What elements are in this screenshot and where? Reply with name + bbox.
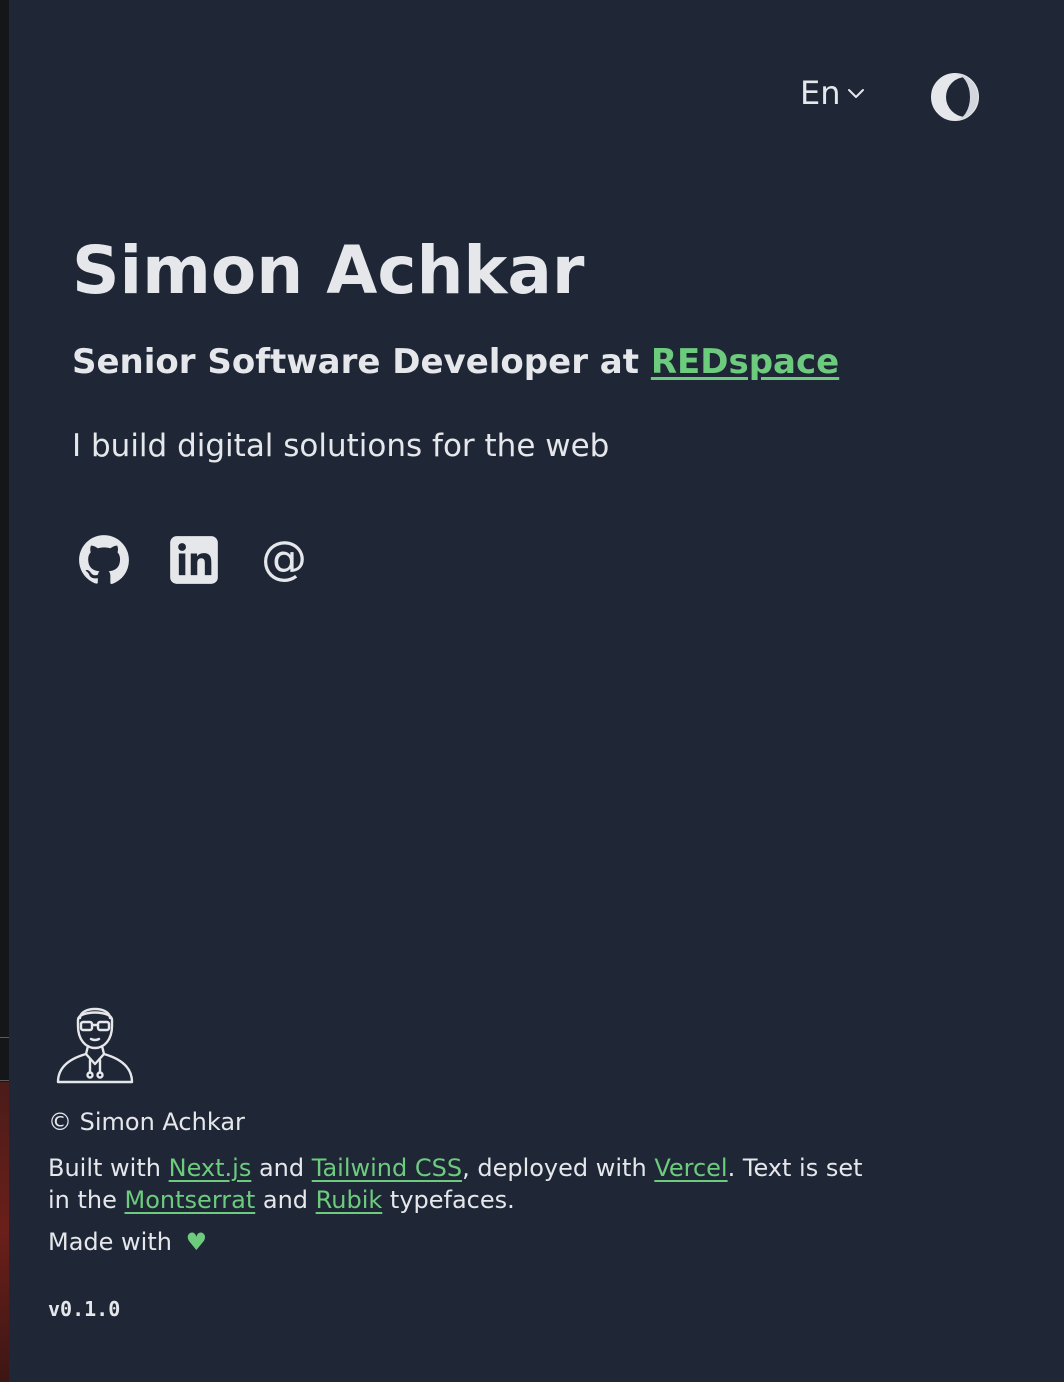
made-with: Made with ♥	[48, 1228, 207, 1256]
credits-text: and	[255, 1186, 316, 1214]
version-label: v0.1.0	[48, 1297, 121, 1321]
social-links: @	[78, 534, 310, 586]
window-edge-divider	[0, 1037, 9, 1038]
job-title-text: Senior Software Developer at	[72, 342, 651, 382]
github-icon[interactable]	[78, 534, 130, 586]
chevron-down-icon	[847, 89, 864, 98]
company-link[interactable]: REDspace	[651, 342, 839, 382]
copyright: © Simon Achkar	[48, 1108, 245, 1136]
tagline: I build digital solutions for the web	[72, 428, 610, 464]
credits-text: and	[251, 1154, 312, 1182]
window-edge-divider	[0, 1080, 9, 1081]
language-selector[interactable]: En	[800, 74, 865, 112]
vercel-link[interactable]: Vercel	[654, 1154, 727, 1182]
heart-icon: ♥	[185, 1228, 208, 1256]
language-label: En	[800, 74, 841, 112]
credits-text: typefaces.	[382, 1186, 515, 1214]
tailwind-link[interactable]: Tailwind CSS	[312, 1154, 462, 1182]
moon-icon[interactable]	[930, 72, 980, 122]
job-title: Senior Software Developer at REDspace	[72, 342, 839, 382]
montserrat-link[interactable]: Montserrat	[125, 1186, 256, 1214]
credits-text: , deployed with	[462, 1154, 655, 1182]
at-sign-icon[interactable]: @	[258, 534, 310, 586]
page-title: Simon Achkar	[72, 232, 585, 309]
nextjs-link[interactable]: Next.js	[169, 1154, 252, 1182]
built-with-credits: Built with Next.js and Tailwind CSS, dep…	[48, 1152, 888, 1216]
background-window-sliver	[0, 1082, 9, 1382]
svg-text:@: @	[261, 534, 307, 585]
made-with-text: Made with	[48, 1228, 172, 1256]
rubik-link[interactable]: Rubik	[316, 1186, 383, 1214]
developer-avatar-icon	[56, 1007, 134, 1084]
credits-text: Built with	[48, 1154, 169, 1182]
linkedin-icon[interactable]	[168, 534, 220, 586]
